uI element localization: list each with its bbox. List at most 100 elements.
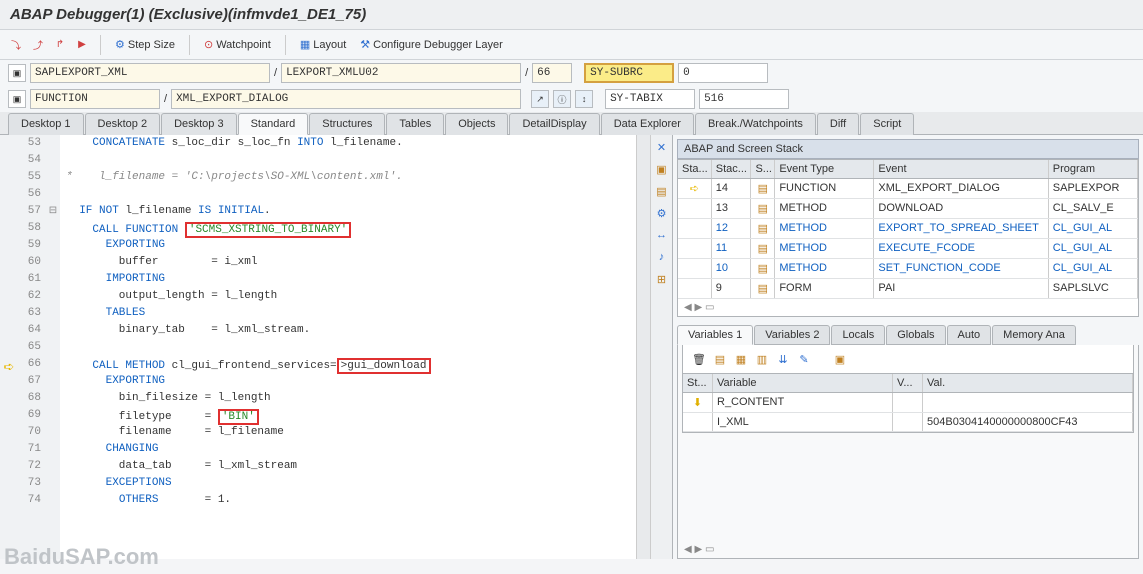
var-tool-icon-5[interactable]: ✎	[796, 351, 812, 367]
var-tool-icon-3[interactable]: ▥	[754, 351, 770, 367]
var-tool-icon-4[interactable]: ⇊	[775, 351, 791, 367]
code-line[interactable]: EXCEPTIONS	[60, 477, 636, 494]
tab-tables[interactable]: Tables	[386, 113, 444, 135]
exec-pointer-column: ➪	[0, 135, 18, 559]
variable-grid[interactable]: St...VariableV...Val. ⬇R_CONTENTI_XML504…	[682, 373, 1134, 433]
code-body[interactable]: CONCATENATE s_loc_dir s_loc_fn INTO l_fi…	[60, 135, 636, 559]
code-side-toolbar: ✕ ▣ ▤ ⚙ ↔ ♪ ⊞	[650, 135, 672, 559]
code-line[interactable]: filetype = 'BIN'	[60, 409, 636, 426]
code-line[interactable]: binary_tab = l_xml_stream.	[60, 324, 636, 341]
var-tab-auto[interactable]: Auto	[947, 325, 992, 345]
var-tab-variables-1[interactable]: Variables 1	[677, 325, 753, 345]
tool-icon-5[interactable]: ♪	[654, 249, 670, 265]
fold-column: ⊟	[46, 135, 60, 559]
sy-tabix-value[interactable]: 516	[699, 89, 789, 109]
step-size-button[interactable]: ⚙Step Size	[111, 36, 179, 53]
sy-subrc-value[interactable]: 0	[678, 63, 768, 83]
watermark: BaiduSAP.com	[4, 544, 159, 570]
stack-row[interactable]: 13▤METHODDOWNLOADCL_SALV_E	[678, 199, 1138, 219]
include-field[interactable]: LEXPORT_XMLU02	[281, 63, 521, 83]
code-line[interactable]: buffer = i_xml	[60, 256, 636, 273]
program-field[interactable]: SAPLEXPORT_XML	[30, 63, 270, 83]
tool-icon-1[interactable]: ▣	[654, 161, 670, 177]
var-tab-memory-ana[interactable]: Memory Ana	[992, 325, 1076, 345]
layout-button[interactable]: ▦Layout	[296, 36, 350, 53]
variable-row[interactable]: ⬇R_CONTENT	[683, 393, 1133, 413]
module-field[interactable]: XML_EXPORT_DIALOG	[171, 89, 521, 109]
tab-desktop-3[interactable]: Desktop 3	[161, 113, 237, 135]
nav-sort-icon[interactable]: ↕	[575, 90, 593, 108]
var-tab-globals[interactable]: Globals	[886, 325, 945, 345]
code-line[interactable]: output_length = l_length	[60, 290, 636, 307]
variable-tabs: Variables 1Variables 2LocalsGlobalsAutoM…	[677, 325, 1139, 345]
code-line[interactable]: filename = l_filename	[60, 426, 636, 443]
continue-icon[interactable]: ▶	[74, 37, 90, 53]
variable-toolbar: 🗑 ▤ ▦ ▥ ⇊ ✎ ▣	[682, 345, 1134, 373]
sy-tabix-label: SY-TABIX	[605, 89, 695, 109]
step-over-icon[interactable]: ⤴	[30, 37, 46, 53]
stack-hscroll[interactable]: ◀ ▶ ▭	[678, 299, 1138, 316]
tab-script[interactable]: Script	[860, 113, 914, 135]
code-line[interactable]: OTHERS = 1.	[60, 494, 636, 511]
code-line[interactable]	[60, 154, 636, 171]
step-into-icon[interactable]: ⤵	[8, 37, 24, 53]
var-tool-icon-1[interactable]: ▤	[712, 351, 728, 367]
var-tool-icon-2[interactable]: ▦	[733, 351, 749, 367]
configure-button[interactable]: ⚒Configure Debugger Layer	[356, 36, 507, 53]
stack-row[interactable]: 12▤METHODEXPORT_TO_SPREAD_SHEETCL_GUI_AL	[678, 219, 1138, 239]
var-delete-icon[interactable]: 🗑	[691, 351, 707, 367]
code-line[interactable]: TABLES	[60, 307, 636, 324]
code-line[interactable]	[60, 341, 636, 358]
tab-desktop-1[interactable]: Desktop 1	[8, 113, 84, 135]
tab-diff[interactable]: Diff	[817, 113, 859, 135]
nav-info-icon[interactable]: ⓘ	[553, 90, 571, 108]
tool-icon-3[interactable]: ⚙	[654, 205, 670, 221]
scrollbar-vertical[interactable]	[636, 135, 650, 559]
stack-row[interactable]: 9▤FORMPAISAPLSLVC	[678, 279, 1138, 299]
main-toolbar: ⤵ ⤴ ↱ ▶ ⚙Step Size ⊙Watchpoint ▦Layout ⚒…	[0, 30, 1143, 60]
code-panel: ➪ 53545556575859606162636465666768697071…	[0, 135, 673, 559]
code-line[interactable]	[60, 188, 636, 205]
code-line[interactable]: CALL FUNCTION 'SCMS_XSTRING_TO_BINARY'	[60, 222, 636, 239]
close-icon[interactable]: ✕	[654, 139, 670, 155]
var-tool-icon-6[interactable]: ▣	[832, 351, 848, 367]
tab-detaildisplay[interactable]: DetailDisplay	[509, 113, 599, 135]
tab-standard[interactable]: Standard	[238, 113, 309, 135]
tab-data-explorer[interactable]: Data Explorer	[601, 113, 694, 135]
var-hscroll[interactable]: ◀ ▶ ▭	[678, 541, 1138, 558]
code-line[interactable]: * l_filename = 'C:\projects\SO-XML\conte…	[60, 171, 636, 188]
step-out-icon[interactable]: ↱	[52, 37, 68, 53]
code-line[interactable]: EXPORTING	[60, 239, 636, 256]
nav-go-icon[interactable]: ↗	[531, 90, 549, 108]
var-tab-variables-2[interactable]: Variables 2	[754, 325, 830, 345]
stack-row[interactable]: ➪14▤FUNCTIONXML_EXPORT_DIALOGSAPLEXPOR	[678, 179, 1138, 199]
tab-desktop-2[interactable]: Desktop 2	[85, 113, 161, 135]
nav-program-icon[interactable]: ▣	[8, 64, 26, 82]
variable-row[interactable]: I_XML504B0304140000000800CF43	[683, 413, 1133, 432]
tab-break-watchpoints[interactable]: Break./Watchpoints	[695, 113, 816, 135]
code-line[interactable]: IF NOT l_filename IS INITIAL.	[60, 205, 636, 222]
code-line[interactable]: bin_filesize = l_length	[60, 392, 636, 409]
watchpoint-button[interactable]: ⊙Watchpoint	[200, 36, 275, 53]
code-line[interactable]: IMPORTING	[60, 273, 636, 290]
code-line[interactable]: EXPORTING	[60, 375, 636, 392]
code-line[interactable]: CALL METHOD cl_gui_frontend_services=>gu…	[60, 358, 636, 375]
stack-panel-header: ABAP and Screen Stack	[677, 139, 1139, 159]
right-panel: ABAP and Screen Stack Sta...Stac...S...E…	[673, 135, 1143, 559]
code-line[interactable]: CONCATENATE s_loc_dir s_loc_fn INTO l_fi…	[60, 137, 636, 154]
nav-module-icon[interactable]: ▣	[8, 90, 26, 108]
tool-icon-2[interactable]: ▤	[654, 183, 670, 199]
var-tab-locals[interactable]: Locals	[831, 325, 885, 345]
stack-row[interactable]: 11▤METHODEXECUTE_FCODECL_GUI_AL	[678, 239, 1138, 259]
tool-icon-4[interactable]: ↔	[654, 227, 670, 243]
type-field[interactable]: FUNCTION	[30, 89, 160, 109]
tool-icon-6[interactable]: ⊞	[654, 271, 670, 287]
code-line[interactable]: data_tab = l_xml_stream	[60, 460, 636, 477]
stack-row[interactable]: 10▤METHODSET_FUNCTION_CODECL_GUI_AL	[678, 259, 1138, 279]
window-title: ABAP Debugger(1) (Exclusive)(infmvde1_DE…	[0, 0, 1143, 30]
tab-objects[interactable]: Objects	[445, 113, 508, 135]
line-field[interactable]: 66	[532, 63, 572, 83]
call-stack-grid[interactable]: Sta...Stac...S...Event TypeEventProgram …	[677, 159, 1139, 317]
tab-structures[interactable]: Structures	[309, 113, 385, 135]
code-line[interactable]: CHANGING	[60, 443, 636, 460]
